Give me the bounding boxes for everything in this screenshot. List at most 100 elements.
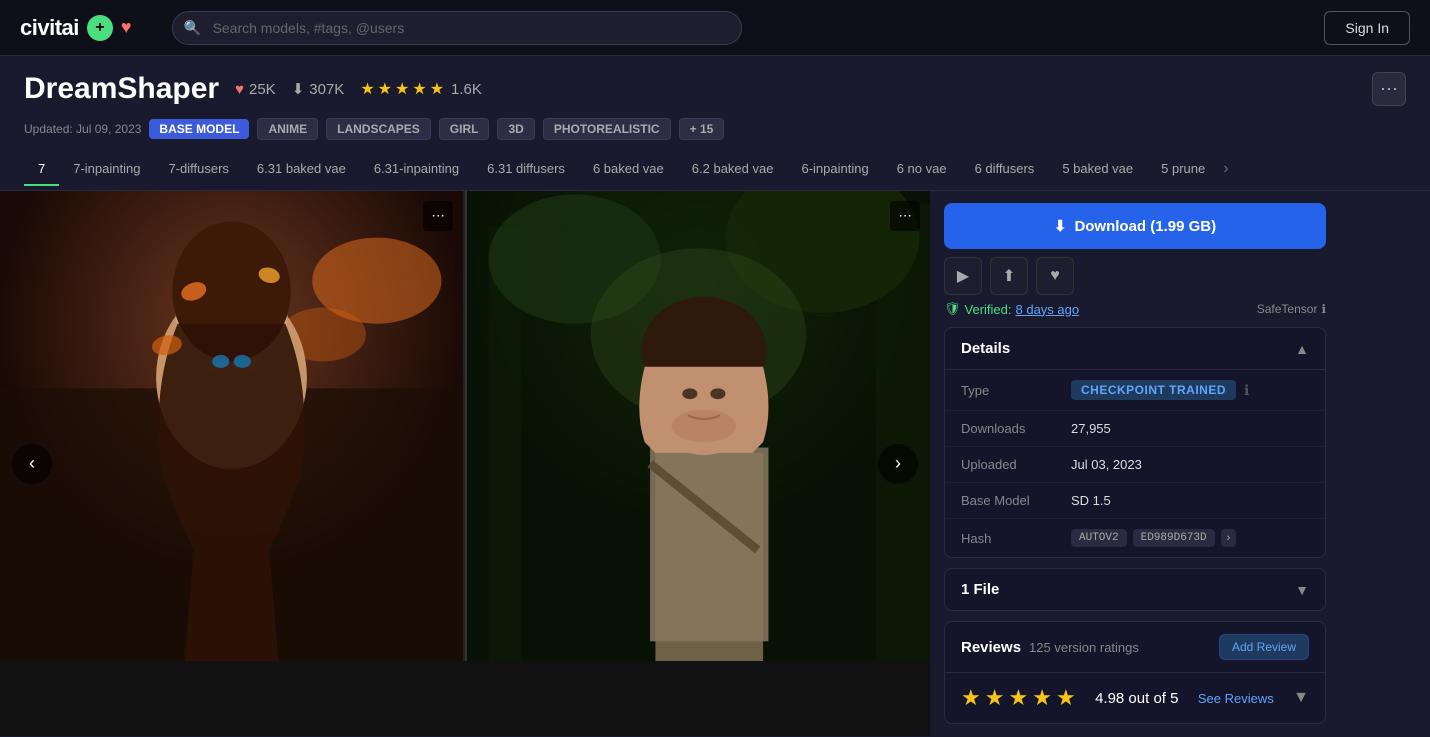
add-review-button[interactable]: Add Review bbox=[1219, 634, 1309, 660]
tag-girl[interactable]: GIRL bbox=[439, 118, 490, 140]
search-input[interactable] bbox=[172, 11, 742, 45]
gallery: ‹ bbox=[0, 191, 930, 736]
reviews-title: Reviews bbox=[961, 639, 1021, 656]
tag-more[interactable]: + 15 bbox=[679, 118, 725, 140]
review-star-2: ★ bbox=[985, 685, 1005, 711]
likes-stat: ♥ 25K bbox=[235, 81, 276, 98]
tab-7-diffusers[interactable]: 7-diffusers bbox=[154, 153, 242, 186]
tab-6-baked-vae[interactable]: 6 baked vae bbox=[579, 153, 678, 186]
star-5: ★ bbox=[430, 79, 444, 99]
detail-row-type: Type CHECKPOINT TRAINED ℹ bbox=[945, 370, 1325, 411]
image-2-menu-button[interactable]: ⋯ bbox=[890, 201, 920, 231]
share-button[interactable]: ⬆ bbox=[990, 257, 1028, 295]
tab-631-inpainting[interactable]: 6.31-inpainting bbox=[360, 153, 473, 186]
tag-landscapes[interactable]: LANDSCAPES bbox=[326, 118, 431, 140]
favorite-button[interactable]: ♥ bbox=[1036, 257, 1074, 295]
shield-icon: 🛡 bbox=[944, 301, 961, 317]
star-3: ★ bbox=[395, 79, 409, 99]
hash-label: Hash bbox=[961, 531, 1071, 546]
version-tabs: 7 7-inpainting 7-diffusers 6.31 baked va… bbox=[0, 148, 1430, 191]
details-title: Details bbox=[961, 340, 1010, 357]
page-header: DreamShaper ♥ 25K ⬇ 307K ★ ★ ★ ★ ★ 1.6K … bbox=[0, 56, 1430, 114]
more-options-button[interactable]: ⋯ bbox=[1372, 72, 1406, 106]
details-collapse-button[interactable]: ▲ bbox=[1295, 341, 1309, 357]
image-1-menu-button[interactable]: ⋯ bbox=[423, 201, 453, 231]
reviews-score: 4.98 out of 5 bbox=[1095, 690, 1178, 707]
verified-badge: 🛡 Verified: 8 days ago bbox=[944, 301, 1079, 317]
files-panel: 1 File ▼ bbox=[944, 568, 1326, 611]
tab-5-prune[interactable]: 5 prune bbox=[1147, 153, 1219, 186]
uploaded-label: Uploaded bbox=[961, 457, 1071, 472]
tag-3d[interactable]: 3D bbox=[497, 118, 534, 140]
gallery-prev-button[interactable]: ‹ bbox=[12, 444, 52, 484]
logo-heart-icon[interactable]: ♥ bbox=[121, 17, 132, 38]
action-row: ▶ ⬆ ♥ bbox=[944, 257, 1326, 295]
run-button[interactable]: ▶ bbox=[944, 257, 982, 295]
reviews-chevron-icon[interactable]: ▼ bbox=[1293, 689, 1309, 707]
hash-more-button[interactable]: › bbox=[1221, 529, 1237, 547]
download-icon: ⬇ bbox=[1054, 217, 1067, 235]
image-2-placeholder bbox=[467, 191, 930, 661]
download-section: ⬇ Download (1.99 GB) ▶ ⬆ ♥ 🛡 Verified: 8… bbox=[944, 203, 1326, 317]
checkpoint-trained-badge: CHECKPOINT TRAINED bbox=[1071, 380, 1236, 400]
tab-7-inpainting[interactable]: 7-inpainting bbox=[59, 153, 154, 186]
logo-plus-icon[interactable]: + bbox=[87, 15, 113, 41]
page-title: DreamShaper bbox=[24, 72, 219, 106]
tag-anime[interactable]: ANIME bbox=[257, 118, 318, 140]
detail-row-base-model: Base Model SD 1.5 bbox=[945, 483, 1325, 519]
tab-631-diffusers[interactable]: 6.31 diffusers bbox=[473, 153, 579, 186]
downloads-stat: ⬇ 307K bbox=[292, 80, 345, 98]
downloads-count: 307K bbox=[309, 81, 344, 98]
tag-base-model[interactable]: BASE MODEL bbox=[149, 119, 249, 139]
info-icon[interactable]: ℹ bbox=[1321, 302, 1326, 316]
autov2-badge: AUTOV2 bbox=[1071, 529, 1127, 547]
download-button[interactable]: ⬇ Download (1.99 GB) bbox=[944, 203, 1326, 249]
base-model-value: SD 1.5 bbox=[1071, 493, 1309, 508]
tags-row: Updated: Jul 09, 2023 BASE MODEL ANIME L… bbox=[0, 114, 1430, 148]
sidebar: ⬇ Download (1.99 GB) ▶ ⬆ ♥ 🛡 Verified: 8… bbox=[930, 191, 1340, 736]
gallery-next-button[interactable]: › bbox=[878, 444, 918, 484]
rating-stars-row: ★ ★ ★ ★ ★ 1.6K bbox=[360, 79, 482, 99]
downloads-label: Downloads bbox=[961, 421, 1071, 436]
star-4: ★ bbox=[412, 79, 426, 99]
update-text: Updated: Jul 09, 2023 bbox=[24, 122, 141, 136]
type-info-icon[interactable]: ℹ bbox=[1244, 382, 1249, 399]
download-icon: ⬇ bbox=[292, 80, 305, 98]
files-header: 1 File ▼ bbox=[945, 569, 1325, 610]
see-reviews-link[interactable]: See Reviews bbox=[1198, 691, 1274, 706]
verified-row: 🛡 Verified: 8 days ago SafeTensor ℹ bbox=[944, 301, 1326, 317]
image-1-placeholder bbox=[0, 191, 463, 661]
gallery-image-1: ⋯ bbox=[0, 191, 465, 661]
search-bar: 🔍 bbox=[172, 11, 742, 45]
sign-in-button[interactable]: Sign In bbox=[1324, 11, 1410, 45]
downloads-value: 27,955 bbox=[1071, 421, 1309, 436]
detail-row-uploaded: Uploaded Jul 03, 2023 bbox=[945, 447, 1325, 483]
tab-6-inpainting[interactable]: 6-inpainting bbox=[787, 153, 882, 186]
details-panel-header: Details ▲ bbox=[945, 328, 1325, 370]
hash-container: AUTOV2 ED989D673D › bbox=[1071, 529, 1236, 547]
safe-tensor-text: SafeTensor bbox=[1257, 302, 1318, 316]
tab-631-baked-vae[interactable]: 6.31 baked vae bbox=[243, 153, 360, 186]
reviews-body: ★ ★ ★ ★ ★ 4.98 out of 5 See Reviews ▼ bbox=[945, 673, 1325, 723]
tag-photorealistic[interactable]: PHOTOREALISTIC bbox=[543, 118, 671, 140]
verified-time[interactable]: 8 days ago bbox=[1016, 302, 1080, 317]
logo-text[interactable]: civitai bbox=[20, 15, 79, 41]
files-collapse-button[interactable]: ▼ bbox=[1295, 582, 1309, 598]
hash-value-badge: ED989D673D bbox=[1133, 529, 1215, 547]
star-1: ★ bbox=[360, 79, 374, 99]
detail-row-hash: Hash AUTOV2 ED989D673D › bbox=[945, 519, 1325, 557]
header: civitai + ♥ 🔍 Sign In bbox=[0, 0, 1430, 56]
main-content: ‹ bbox=[0, 191, 1430, 736]
detail-row-downloads: Downloads 27,955 bbox=[945, 411, 1325, 447]
tab-6-diffusers[interactable]: 6 diffusers bbox=[961, 153, 1049, 186]
tab-7[interactable]: 7 bbox=[24, 153, 59, 186]
tab-5-baked-vae[interactable]: 5 baked vae bbox=[1048, 153, 1147, 186]
gallery-images: ⋯ bbox=[0, 191, 930, 661]
likes-count: 25K bbox=[249, 81, 276, 98]
tab-62-baked-vae[interactable]: 6.2 baked vae bbox=[678, 153, 788, 186]
reviews-stars-row: ★ ★ ★ ★ ★ bbox=[961, 685, 1076, 711]
tab-6-no-vae[interactable]: 6 no vae bbox=[883, 153, 961, 186]
tabs-scroll-right[interactable]: › bbox=[1219, 152, 1232, 186]
base-model-label: Base Model bbox=[961, 493, 1071, 508]
star-2: ★ bbox=[378, 79, 392, 99]
